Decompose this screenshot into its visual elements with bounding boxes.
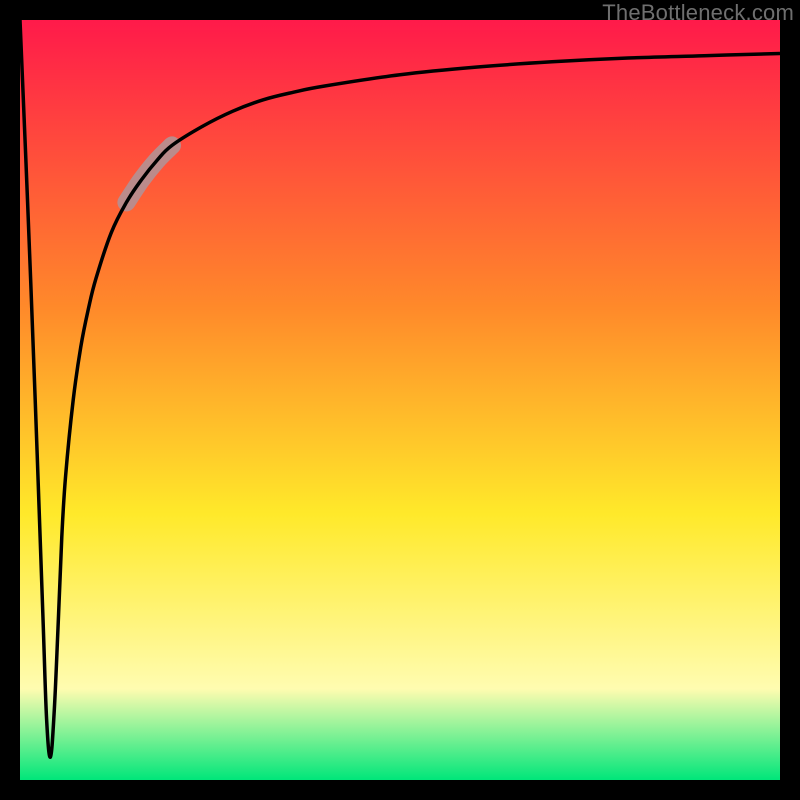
chart-svg [20, 20, 780, 780]
plot-area [20, 20, 780, 780]
chart-frame: TheBottleneck.com [0, 0, 800, 800]
gradient-background [20, 20, 780, 780]
